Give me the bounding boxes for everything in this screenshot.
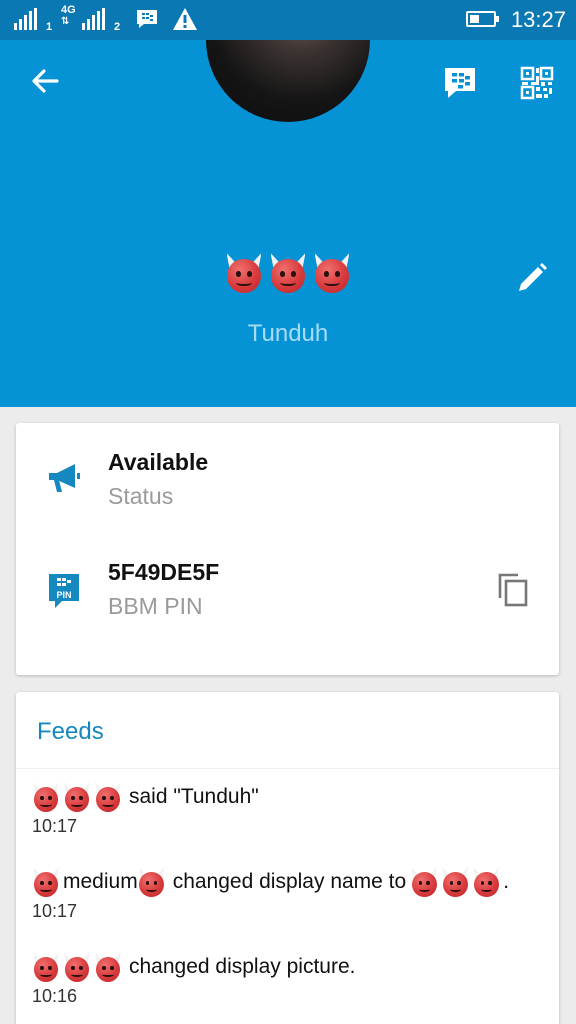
smiling-devil-emoji — [441, 867, 469, 897]
back-arrow-icon[interactable] — [28, 64, 62, 98]
pin-label: BBM PIN — [108, 593, 203, 619]
smiling-devil-emoji — [32, 782, 60, 812]
feed-time: 10:16 — [32, 986, 78, 1006]
status-label: Status — [108, 483, 174, 509]
status-bar: 1 4G ⇅ 2 13:27 — [0, 0, 576, 40]
megaphone-icon — [49, 464, 80, 492]
feeds-title: Feeds — [37, 718, 104, 745]
feed-text: said "Tunduh" — [129, 785, 259, 808]
feeds-card: Feeds said "Tunduh" 10:17 medium changed… — [16, 692, 559, 1024]
clock: 13:27 — [510, 7, 566, 32]
data-arrows-icon: ⇅ — [61, 16, 70, 27]
smiling-devil-emoji — [94, 782, 122, 812]
username: Tunduh — [247, 320, 329, 347]
qr-code-icon[interactable] — [520, 66, 554, 100]
battery-icon — [466, 11, 499, 27]
bbm-chat-icon[interactable] — [443, 66, 477, 100]
bbm-pin-icon-text: PIN — [56, 590, 72, 600]
feed-time: 10:17 — [32, 816, 78, 836]
feed-text: changed display name to — [172, 870, 407, 893]
signal-icon — [14, 8, 37, 30]
smiling-devil-emoji — [269, 253, 307, 293]
feed-item[interactable]: medium changed display name to . 10:17 — [32, 867, 552, 922]
display-name — [0, 253, 576, 293]
feed-name-text: medium — [63, 870, 138, 893]
smiling-devil-emoji — [63, 782, 91, 812]
network-type-label: 4G — [61, 4, 76, 16]
feed-item[interactable]: changed display picture. 10:16 — [32, 952, 552, 1007]
status-value: Available — [108, 449, 209, 475]
smiling-devil-emoji — [138, 867, 166, 897]
profile-header: Tunduh — [0, 40, 576, 407]
feed-time: 10:17 — [32, 901, 78, 921]
bbm-pin-icon: PIN — [48, 573, 80, 609]
smiling-devil-emoji — [472, 867, 500, 897]
feed-text: changed display picture. — [129, 955, 356, 978]
profile-avatar[interactable] — [206, 40, 370, 122]
sim2-label: 2 — [114, 21, 121, 33]
smiling-devil-emoji — [225, 253, 263, 293]
sim1-label: 1 — [46, 21, 53, 33]
smiling-devil-emoji — [63, 952, 91, 982]
network-type: 4G ⇅ — [61, 4, 76, 28]
feed-item[interactable]: said "Tunduh" 10:17 — [32, 782, 552, 837]
bbm-notification-icon — [137, 10, 157, 28]
pin-value[interactable]: 5F49DE5F — [108, 559, 219, 586]
feed-text-end: . — [503, 870, 510, 893]
feeds-divider — [16, 768, 559, 769]
smiling-devil-emoji — [32, 952, 60, 982]
smiling-devil-emoji — [94, 952, 122, 982]
copy-icon[interactable] — [496, 571, 530, 607]
edit-pencil-icon[interactable] — [514, 260, 550, 296]
smiling-devil-emoji — [32, 867, 60, 897]
warning-icon — [173, 8, 197, 30]
signal-icon — [82, 8, 105, 30]
profile-info-card: Available Status PIN 5F49DE5F BBM PIN — [16, 423, 559, 675]
smiling-devil-emoji — [313, 253, 351, 293]
smiling-devil-emoji — [410, 867, 438, 897]
